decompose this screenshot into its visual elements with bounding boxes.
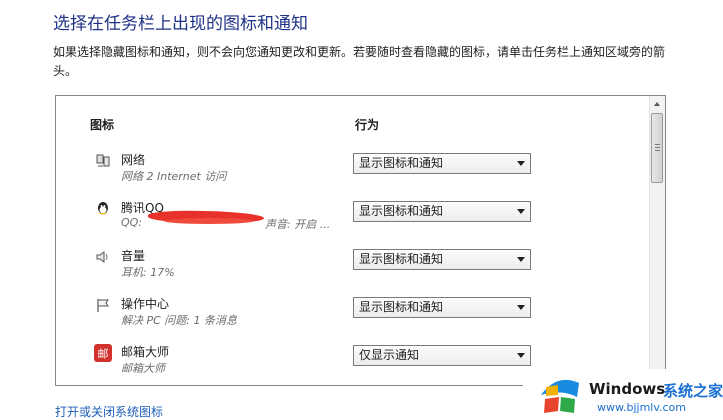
row-name: 操作中心	[121, 297, 170, 311]
row-name: 音量	[121, 249, 146, 263]
grip-line	[655, 150, 660, 151]
list-item-action-center: 操作中心 解决 PC 问题: 1 条消息 显示图标和通知	[56, 292, 651, 340]
list-item-volume: 音量 耳机: 17% 显示图标和通知	[56, 244, 651, 292]
volume-icon	[94, 248, 112, 266]
network-icon	[94, 152, 112, 170]
notification-icons-list: 图标 行为 网络 网络 2 Internet 访问 显示图标和通知 腾讯QQ Q…	[55, 95, 666, 386]
redaction-mark	[164, 218, 254, 224]
row-subtitle: QQ:	[121, 216, 143, 229]
column-header-behavior: 行为	[355, 118, 380, 132]
watermark: Windows 系统之家 www.bjjmlv.com	[523, 369, 723, 420]
grip-line	[655, 144, 660, 145]
chevron-down-icon	[517, 161, 525, 166]
behavior-dropdown-network[interactable]: 显示图标和通知	[353, 153, 531, 174]
scroll-up-arrow-icon[interactable]	[650, 96, 665, 111]
toggle-system-icons-link[interactable]: 打开或关闭系统图标	[55, 403, 163, 420]
behavior-dropdown-volume[interactable]: 显示图标和通知	[353, 249, 531, 270]
chevron-down-icon	[517, 305, 525, 310]
behavior-dropdown-action-center[interactable]: 显示图标和通知	[353, 297, 531, 318]
behavior-dropdown-mail-master[interactable]: 仅显示通知	[353, 345, 531, 366]
dropdown-value: 仅显示通知	[359, 348, 420, 362]
windows-logo-icon	[537, 375, 583, 419]
watermark-brand-cn: 系统之家	[663, 382, 723, 400]
list-item-network: 网络 网络 2 Internet 访问 显示图标和通知	[56, 148, 651, 196]
row-subtitle: 邮箱大师	[121, 362, 165, 375]
dropdown-value: 显示图标和通知	[359, 156, 444, 170]
row-subtitle: 耳机: 17%	[121, 266, 175, 279]
row-subtitle: 解决 PC 问题: 1 条消息	[121, 314, 238, 327]
row-subtitle-extra: 声音: 开启 ...	[265, 218, 331, 231]
row-name: 网络	[121, 153, 146, 167]
page-description: 如果选择隐藏图标和通知，则不会向您通知更改和更新。若要随时查看隐藏的图标，请单击…	[53, 45, 666, 78]
behavior-dropdown-qq[interactable]: 显示图标和通知	[353, 201, 531, 222]
watermark-url: www.bjjmlv.com	[597, 401, 686, 414]
chevron-down-icon	[517, 353, 525, 358]
dropdown-value: 显示图标和通知	[359, 252, 444, 266]
vertical-scrollbar[interactable]	[649, 96, 665, 385]
chevron-down-icon	[517, 257, 525, 262]
grip-line	[655, 147, 660, 148]
page-title: 选择在任务栏上出现的图标和通知	[53, 14, 308, 34]
qq-icon	[94, 200, 112, 218]
row-name: 邮箱大师	[121, 345, 170, 359]
dropdown-value: 显示图标和通知	[359, 204, 444, 218]
action-center-flag-icon	[94, 296, 112, 314]
list-item-qq: 腾讯QQ QQ: 声音: 开启 ... 显示图标和通知	[56, 196, 651, 244]
row-subtitle: 网络 2 Internet 访问	[121, 170, 227, 183]
mail-master-icon: 邮	[94, 344, 112, 362]
svg-text:邮: 邮	[98, 348, 109, 361]
chevron-down-icon	[517, 209, 525, 214]
scrollbar-thumb[interactable]	[651, 113, 663, 183]
dropdown-value: 显示图标和通知	[359, 300, 444, 314]
column-header-icon: 图标	[90, 118, 115, 132]
watermark-brand: Windows	[589, 380, 666, 398]
